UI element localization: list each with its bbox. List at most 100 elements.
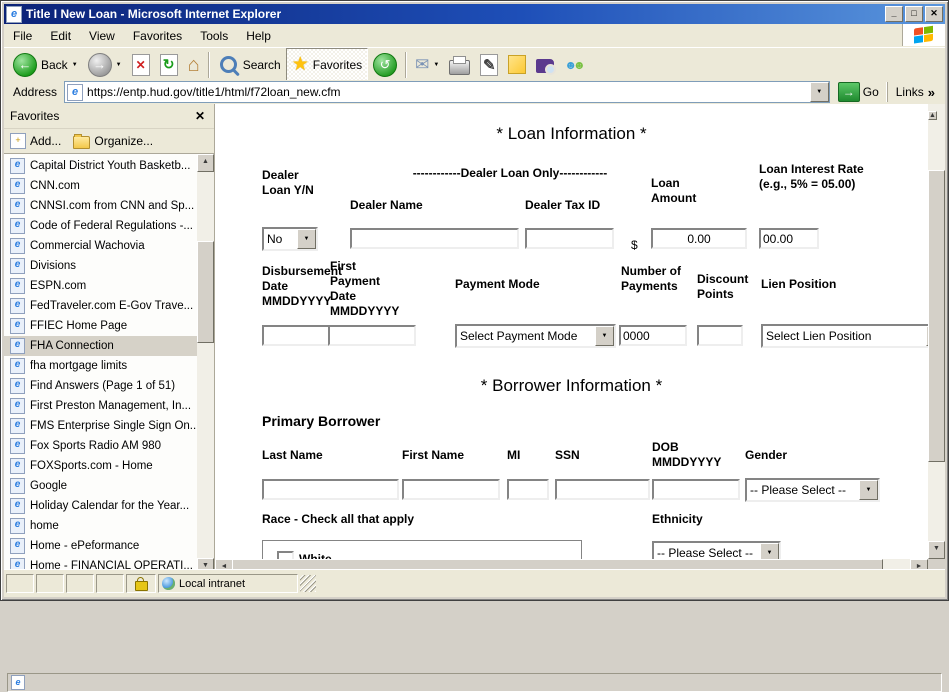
print-icon	[449, 60, 470, 75]
favorites-item[interactable]: eHome - ePeformance	[4, 536, 197, 556]
favorites-item[interactable]: eCommercial Wachovia	[4, 236, 197, 256]
main-area: Favorites ✕ + Add... Organize... eCapita…	[4, 104, 945, 576]
stop-button[interactable]: ✕	[127, 49, 155, 81]
print-button[interactable]	[444, 49, 475, 81]
favorites-item[interactable]: ehome	[4, 516, 197, 536]
race-white-checkbox[interactable]	[277, 551, 294, 559]
last-name-input[interactable]	[262, 479, 399, 500]
menu-tools[interactable]: Tools	[191, 26, 237, 46]
select-dropdown-icon[interactable]: ▼	[297, 229, 316, 249]
scroll-down-icon[interactable]: ▼	[928, 541, 945, 559]
favorites-item[interactable]: eFind Answers (Page 1 of 51)	[4, 376, 197, 396]
favorites-item[interactable]: eFedTraveler.com E-Gov Trave...	[4, 296, 197, 316]
search-button[interactable]: Search	[213, 49, 286, 81]
minimize-button[interactable]: _	[885, 6, 903, 22]
interest-rate-input[interactable]	[759, 228, 819, 249]
messenger-button[interactable]: ☻☻	[559, 49, 586, 81]
scroll-up-icon[interactable]: ▲	[928, 111, 937, 120]
favorites-item[interactable]: eCNN.com	[4, 176, 197, 196]
dob-input[interactable]	[652, 479, 740, 500]
globe-icon	[162, 577, 175, 590]
select-dropdown-icon[interactable]: ▼	[760, 543, 779, 559]
dealer-tax-id-input[interactable]	[525, 228, 614, 249]
dealer-loan-select[interactable]: No ▼	[262, 227, 318, 251]
links-label[interactable]: Links	[896, 85, 924, 99]
select-dropdown-icon[interactable]: ▼	[595, 326, 614, 346]
stop-icon: ✕	[132, 54, 150, 76]
organize-favorites-button[interactable]: Organize...	[73, 133, 153, 149]
edit-button[interactable]: ✎	[475, 49, 503, 81]
first-name-input[interactable]	[402, 479, 500, 500]
maximize-button[interactable]: □	[905, 6, 923, 22]
ethnicity-select[interactable]: -- Please Select -- ▼	[652, 541, 781, 559]
add-favorite-label: Add...	[30, 134, 61, 148]
links-chevron-icon[interactable]: »	[928, 85, 935, 100]
lien-position-select[interactable]: Select Lien Position ▼	[761, 324, 928, 348]
favorites-item[interactable]: eFOXSports.com - Home	[4, 456, 197, 476]
gender-select[interactable]: -- Please Select -- ▼	[745, 478, 880, 502]
favorites-item[interactable]: eCNNSI.com from CNN and Sp...	[4, 196, 197, 216]
favorites-star-icon: ★	[292, 55, 309, 74]
first-payment-date-input[interactable]	[328, 325, 416, 346]
favorites-item[interactable]: eESPN.com	[4, 276, 197, 296]
address-url[interactable]: https://entp.hud.gov/title1/html/f72loan…	[87, 85, 806, 99]
forward-dropdown-icon[interactable]: ▼	[116, 62, 122, 68]
favorites-item[interactable]: eFMS Enterprise Single Sign On...	[4, 416, 197, 436]
back-dropdown-icon[interactable]: ▼	[72, 62, 78, 68]
mi-label: MI	[507, 448, 520, 463]
favorites-item[interactable]: eCapital District Youth Basketb...	[4, 156, 197, 176]
resize-grip[interactable]	[300, 575, 316, 592]
ssn-input[interactable]	[555, 479, 650, 500]
favorites-scrollbar[interactable]: ▲ ▼	[197, 154, 214, 576]
go-button[interactable]: →	[838, 82, 860, 102]
favorites-item[interactable]: eHoliday Calendar for the Year...	[4, 496, 197, 516]
ie-page-icon: e	[10, 278, 25, 294]
favorites-item[interactable]: eFox Sports Radio AM 980	[4, 436, 197, 456]
favorites-label: Favorites	[313, 58, 362, 72]
favorites-item-selected[interactable]: eFHA Connection	[4, 336, 197, 356]
last-name-label: Last Name	[262, 448, 323, 463]
close-button[interactable]: ✕	[925, 6, 943, 22]
content-vertical-scrollbar[interactable]: ▲ ▼	[928, 104, 945, 559]
num-payments-input[interactable]	[619, 325, 687, 346]
back-button[interactable]: ← Back ▼	[8, 49, 83, 81]
favorites-item[interactable]: eDivisions	[4, 256, 197, 276]
favorites-item[interactable]: eGoogle	[4, 476, 197, 496]
history-button[interactable]: ↺	[368, 49, 402, 81]
address-dropdown-button[interactable]: ▼	[810, 82, 829, 102]
menu-favorites[interactable]: Favorites	[124, 26, 191, 46]
favorites-panel-close-icon[interactable]: ✕	[192, 109, 208, 123]
favorites-item[interactable]: eFFIEC Home Page	[4, 316, 197, 336]
scrollbar-thumb[interactable]	[928, 170, 945, 462]
add-favorite-button[interactable]: + Add...	[10, 133, 61, 149]
links-bar[interactable]: Links »	[887, 82, 943, 102]
favorites-button[interactable]: ★ Favorites	[286, 48, 368, 82]
favorites-list: eCapital District Youth Basketb... eCNN.…	[4, 154, 197, 576]
mail-dropdown-icon[interactable]: ▼	[433, 62, 439, 68]
favorites-item[interactable]: eCode of Federal Regulations -...	[4, 216, 197, 236]
status-bar: e Local intranet	[4, 569, 945, 597]
discuss-button[interactable]	[503, 49, 531, 81]
loan-amount-input[interactable]	[651, 228, 747, 249]
menu-view[interactable]: View	[80, 26, 124, 46]
dealer-name-input[interactable]	[350, 228, 519, 249]
discount-points-input[interactable]	[697, 325, 743, 346]
favorites-item[interactable]: efha mortgage limits	[4, 356, 197, 376]
select-dropdown-icon[interactable]: ▼	[859, 480, 878, 500]
mail-button[interactable]: ✉ ▼	[410, 49, 444, 81]
menu-edit[interactable]: Edit	[41, 26, 80, 46]
scroll-up-icon[interactable]: ▲	[197, 154, 214, 172]
scrollbar-thumb[interactable]	[197, 241, 214, 343]
favorites-item[interactable]: eFirst Preston Management, In...	[4, 396, 197, 416]
home-button[interactable]: ⌂	[183, 49, 205, 81]
refresh-button[interactable]: ↻	[155, 49, 183, 81]
menu-help[interactable]: Help	[237, 26, 280, 46]
mi-input[interactable]	[507, 479, 549, 500]
research-button[interactable]	[531, 49, 559, 81]
payment-mode-select[interactable]: Select Payment Mode ▼	[455, 324, 616, 348]
address-input[interactable]: e https://entp.hud.gov/title1/html/f72lo…	[64, 81, 830, 103]
ie-page-icon: e	[10, 238, 25, 254]
go-label[interactable]: Go	[863, 85, 879, 99]
menu-file[interactable]: File	[4, 26, 41, 46]
forward-button[interactable]: → ▼	[83, 49, 127, 81]
